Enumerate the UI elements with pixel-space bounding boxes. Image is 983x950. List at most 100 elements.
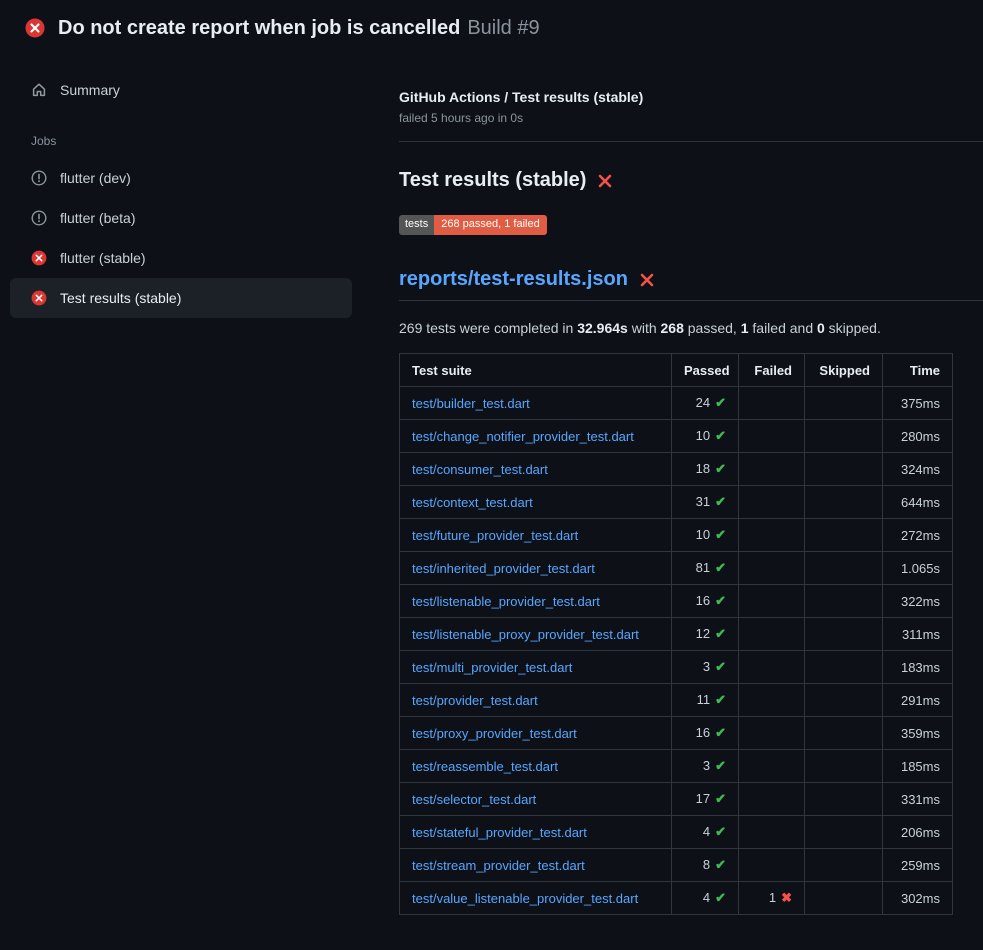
test-suite-cell: test/value_listenable_provider_test.dart xyxy=(400,882,672,915)
sidebar-item-summary[interactable]: Summary xyxy=(10,70,352,110)
test-suite-link[interactable]: test/change_notifier_provider_test.dart xyxy=(412,429,634,444)
badge-label: tests xyxy=(399,215,434,235)
time-cell: 331ms xyxy=(883,783,953,816)
check-icon: ✔ xyxy=(715,560,726,575)
table-row: test/proxy_provider_test.dart 16✔ 359ms xyxy=(400,717,953,750)
passed-cell-value: 18 xyxy=(696,461,710,476)
test-suite-link[interactable]: test/reassemble_test.dart xyxy=(412,759,558,774)
test-suite-cell: test/builder_test.dart xyxy=(400,387,672,420)
sidebar-item-test-results-stable[interactable]: Test results (stable) xyxy=(10,278,352,318)
cross-icon: ✖ xyxy=(781,890,792,905)
test-suite-link[interactable]: test/future_provider_test.dart xyxy=(412,528,578,543)
table-row: test/builder_test.dart24✔375ms xyxy=(400,387,953,420)
test-suite-link[interactable]: test/value_listenable_provider_test.dart xyxy=(412,891,638,906)
failed-cell: 1✖ xyxy=(739,882,805,915)
time-cell: 302ms xyxy=(883,882,953,915)
failed-cell xyxy=(739,486,805,519)
check-icon: ✔ xyxy=(715,659,726,674)
passed-cell: 16✔ xyxy=(672,717,739,750)
test-suite-link[interactable]: test/selector_test.dart xyxy=(412,792,536,807)
test-suite-link[interactable]: test/listenable_proxy_provider_test.dart xyxy=(412,627,639,642)
test-suite-link[interactable]: test/consumer_test.dart xyxy=(412,462,548,477)
test-suite-cell: test/inherited_provider_test.dart xyxy=(400,552,672,585)
time-cell: 206ms xyxy=(883,816,953,849)
test-suite-link[interactable]: test/context_test.dart xyxy=(412,495,533,510)
test-suite-link[interactable]: test/proxy_provider_test.dart xyxy=(412,726,577,741)
summary-text: with xyxy=(628,320,661,336)
passed-cell-value: 10 xyxy=(696,428,710,443)
table-row: test/future_provider_test.dart10✔272ms xyxy=(400,519,953,552)
skipped-cell xyxy=(805,585,883,618)
test-suite-link[interactable]: test/builder_test.dart xyxy=(412,396,530,411)
failed-cell xyxy=(739,519,805,552)
skipped-cell xyxy=(805,519,883,552)
skipped-cell xyxy=(805,552,883,585)
failed-cell xyxy=(739,651,805,684)
test-suite-link[interactable]: test/provider_test.dart xyxy=(412,693,538,708)
time-cell: 183ms xyxy=(883,651,953,684)
check-icon: ✔ xyxy=(715,461,726,476)
passed-cell: 3✔ xyxy=(672,750,739,783)
table-row: test/listenable_proxy_provider_test.dart… xyxy=(400,618,953,651)
column-header-passed: Passed xyxy=(672,354,739,387)
breadcrumb: GitHub Actions / Test results (stable) xyxy=(399,89,983,105)
time-cell: 359ms xyxy=(883,717,953,750)
sidebar-item-flutter-beta[interactable]: flutter (beta) xyxy=(10,198,352,238)
summary-passed-count: 268 xyxy=(661,320,684,336)
column-header-skipped: Skipped xyxy=(805,354,883,387)
passed-cell-value: 8 xyxy=(703,857,710,872)
sidebar-item-flutter-dev[interactable]: flutter (dev) xyxy=(10,158,352,198)
report-heading: reports/test-results.json xyxy=(399,268,983,301)
time-cell: 259ms xyxy=(883,849,953,882)
failed-cell xyxy=(739,750,805,783)
time-cell: 1.065s xyxy=(883,552,953,585)
passed-cell: 81✔ xyxy=(672,552,739,585)
table-row: test/consumer_test.dart18✔324ms xyxy=(400,453,953,486)
time-cell: 185ms xyxy=(883,750,953,783)
check-icon: ✔ xyxy=(715,692,726,707)
home-icon xyxy=(31,82,47,98)
failed-cell xyxy=(739,585,805,618)
time-cell: 644ms xyxy=(883,486,953,519)
passed-cell-value: 10 xyxy=(696,527,710,542)
table-row: test/context_test.dart 31✔ 644ms xyxy=(400,486,953,519)
page-title: Do not create report when job is cancell… xyxy=(58,17,460,39)
table-row: test/provider_test.dart 11✔ 291ms xyxy=(400,684,953,717)
passed-cell-value: 4 xyxy=(703,824,710,839)
run-status: failed 5 hours ago in 0s xyxy=(399,111,983,125)
passed-cell: 10✔ xyxy=(672,519,739,552)
check-icon: ✔ xyxy=(715,725,726,740)
summary-skipped-count: 0 xyxy=(817,320,825,336)
skipped-cell xyxy=(805,684,883,717)
skipped-cell xyxy=(805,849,883,882)
summary-duration: 32.964s xyxy=(577,320,628,336)
check-icon: ✔ xyxy=(715,890,726,905)
test-suite-link[interactable]: test/inherited_provider_test.dart xyxy=(412,561,595,576)
test-suite-link[interactable]: test/stateful_provider_test.dart xyxy=(412,825,587,840)
passed-cell-value: 17 xyxy=(696,791,710,806)
table-row: test/listenable_provider_test.dart16✔322… xyxy=(400,585,953,618)
time-cell: 291ms xyxy=(883,684,953,717)
report-file-link[interactable]: reports/test-results.json xyxy=(399,268,628,291)
sidebar-item-flutter-stable[interactable]: flutter (stable) xyxy=(10,238,352,278)
passed-cell-value: 16 xyxy=(696,593,710,608)
passed-cell-value: 3 xyxy=(703,659,710,674)
failed-cell xyxy=(739,684,805,717)
passed-cell: 11✔ xyxy=(672,684,739,717)
passed-cell: 31✔ xyxy=(672,486,739,519)
test-suite-link[interactable]: test/stream_provider_test.dart xyxy=(412,858,585,873)
test-results-table: Test suite Passed Failed Skipped Time te… xyxy=(399,353,953,915)
test-suite-link[interactable]: test/multi_provider_test.dart xyxy=(412,660,572,675)
passed-cell-value: 3 xyxy=(703,758,710,773)
test-suite-link[interactable]: test/listenable_provider_test.dart xyxy=(412,594,600,609)
test-suite-cell: test/future_provider_test.dart xyxy=(400,519,672,552)
failed-status-icon xyxy=(31,250,47,266)
skipped-cell xyxy=(805,618,883,651)
sidebar: Summary Jobs flutter (dev) flut xyxy=(0,54,383,334)
test-suite-cell: test/listenable_proxy_provider_test.dart xyxy=(400,618,672,651)
passed-cell: 8✔ xyxy=(672,849,739,882)
sidebar-item-label: flutter (beta) xyxy=(60,210,135,226)
divider xyxy=(399,141,983,142)
table-row: test/reassemble_test.dart 3✔ 185ms xyxy=(400,750,953,783)
column-header-time: Time xyxy=(883,354,953,387)
